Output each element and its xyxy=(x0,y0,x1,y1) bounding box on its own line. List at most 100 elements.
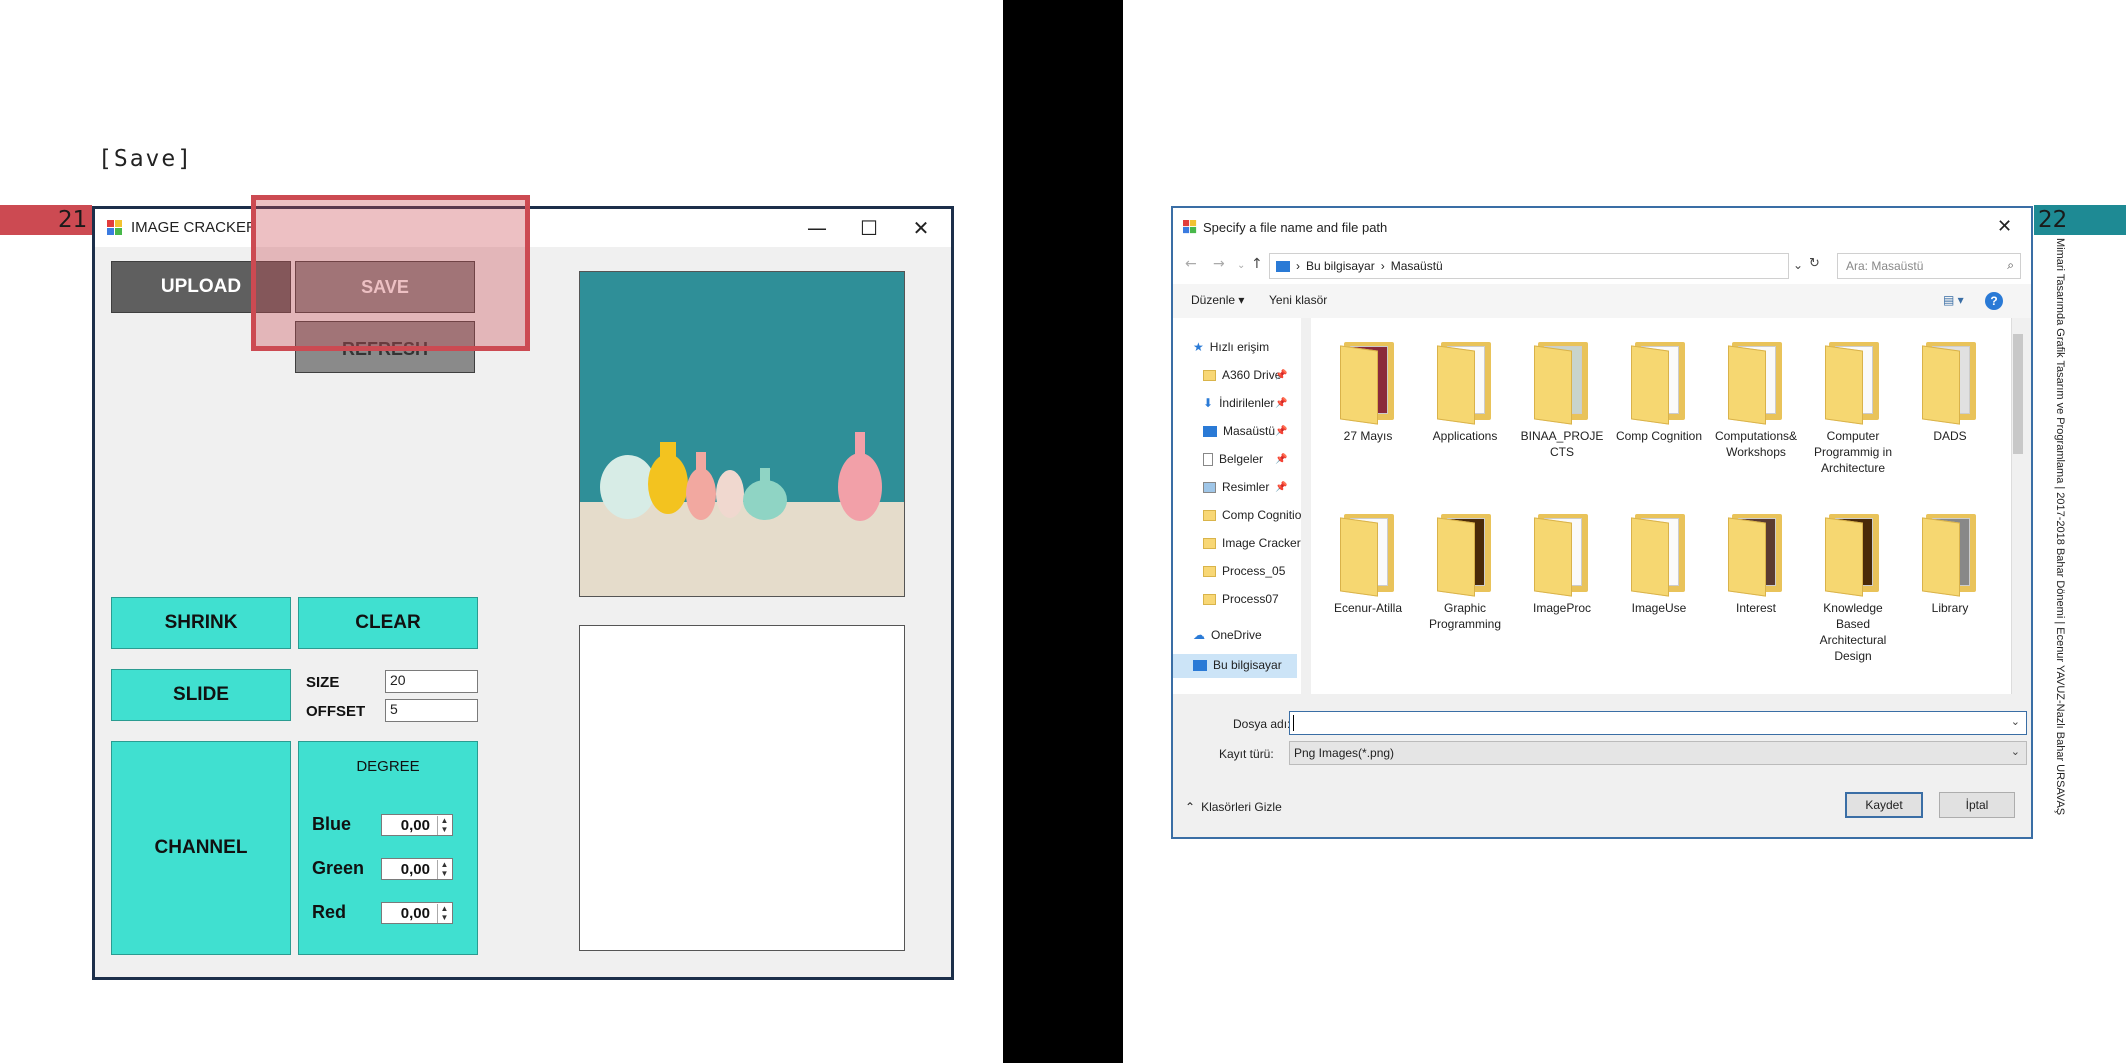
cancel-dialog-button[interactable]: İptal xyxy=(1939,792,2015,818)
file-type-select[interactable]: Png Images(*.png) ⌄ xyxy=(1289,741,2027,765)
file-grid: 27 Mayıs Applications BINAA_PROJECTS Com… xyxy=(1323,338,2013,688)
nav-image-cracker[interactable]: Image Cracker xyxy=(1203,536,1301,550)
breadcrumb-item[interactable]: Bu bilgisayar xyxy=(1306,259,1375,273)
refresh-icon[interactable]: ↻ xyxy=(1809,256,1820,271)
nav-process07[interactable]: Process07 xyxy=(1203,592,1279,606)
folder-icon xyxy=(1728,510,1784,597)
new-folder-button[interactable]: Yeni klasör xyxy=(1269,293,1327,307)
file-item[interactable]: Applications xyxy=(1420,338,1510,444)
chevron-down-icon[interactable]: ⌄ xyxy=(2011,715,2020,728)
blue-spinner[interactable]: 0,00 ▲ ▼ xyxy=(381,814,453,836)
file-name-input[interactable]: ⌄ xyxy=(1289,711,2027,735)
source-image xyxy=(579,271,905,597)
slide-button[interactable]: SLIDE xyxy=(111,669,291,721)
red-spinner[interactable]: 0,00 ▲ ▼ xyxy=(381,902,453,924)
nav-label: Process_05 xyxy=(1222,564,1286,578)
help-icon[interactable]: ? xyxy=(1985,292,2003,310)
spinner-arrows-icon[interactable]: ▲ ▼ xyxy=(437,816,451,835)
green-label: Green xyxy=(312,858,365,878)
folder-icon xyxy=(1340,510,1396,597)
file-item[interactable]: Comp Cognition xyxy=(1614,338,1704,444)
address-row: ← → ⌄ ↑ › Bu bilgisayar › Masaüstü ⌄ ↻ A… xyxy=(1173,248,2031,284)
close-button[interactable]: ✕ xyxy=(895,213,947,243)
file-name: Comp Cognition xyxy=(1615,429,1703,443)
nav-label: OneDrive xyxy=(1211,628,1262,642)
download-icon: ⬇ xyxy=(1203,396,1214,410)
degree-label: DEGREE xyxy=(356,758,420,775)
file-item[interactable]: 27 Mayıs xyxy=(1323,338,1413,444)
nav-desktop[interactable]: Masaüstü xyxy=(1203,424,1275,438)
nav-label: Belgeler xyxy=(1219,452,1264,466)
channel-button[interactable]: CHANNEL xyxy=(111,741,291,955)
spinner-arrows-icon[interactable]: ▲ ▼ xyxy=(437,860,451,879)
offset-input[interactable]: 5 xyxy=(385,699,478,722)
file-name: Knowledge Based Architectural Design xyxy=(1819,601,1887,663)
file-item[interactable]: Knowledge Based Architectural Design xyxy=(1808,510,1898,664)
up-arrow-icon[interactable]: ↑ xyxy=(1251,256,1263,272)
nav-this-pc[interactable]: Bu bilgisayar xyxy=(1193,658,1282,672)
nav-scrollbar[interactable] xyxy=(1301,318,1311,694)
file-name: Computer Programmig in Architecture xyxy=(1813,429,1893,475)
file-item[interactable]: Graphic Programming xyxy=(1420,510,1510,632)
spinner-arrows-icon[interactable]: ▲ ▼ xyxy=(437,904,451,923)
file-name: Graphic Programming xyxy=(1428,601,1502,631)
maximize-button[interactable]: ☐ xyxy=(843,213,895,243)
nav-a360-drive[interactable]: A360 Drive xyxy=(1203,368,1281,382)
navigation-pane: ★ Hızlı erişim A360 Drive 📌 ⬇ İndirilenler… xyxy=(1173,318,1308,694)
file-name-label: Dosya adı: xyxy=(1233,717,1291,731)
dialog-toolbar: Düzenle ▾ Yeni klasör ▤ ▾ ? xyxy=(1173,284,2031,318)
nav-label: Bu bilgisayar xyxy=(1213,658,1282,672)
computer-icon xyxy=(1276,260,1290,272)
file-item[interactable]: Interest xyxy=(1711,510,1801,616)
address-bar[interactable]: › Bu bilgisayar › Masaüstü xyxy=(1269,253,1789,279)
back-arrow-icon[interactable]: ← xyxy=(1185,256,1197,272)
file-item[interactable]: ImageProc xyxy=(1517,510,1607,616)
file-item[interactable]: Computer Programmig in Architecture xyxy=(1808,338,1898,476)
file-item[interactable]: Library xyxy=(1905,510,1995,616)
save-file-dialog: Specify a file name and file path ✕ ← → … xyxy=(1171,206,2033,839)
size-input[interactable]: 20 xyxy=(385,670,478,693)
nav-process-05[interactable]: Process_05 xyxy=(1203,564,1285,578)
nav-onedrive[interactable]: ☁ OneDrive xyxy=(1193,628,1262,642)
chevron-down-icon: ⌄ xyxy=(2010,746,2020,758)
computer-icon xyxy=(1193,659,1207,671)
nav-comp-cognition[interactable]: Comp Cognition xyxy=(1203,508,1308,522)
close-icon[interactable]: ✕ xyxy=(1997,216,2012,237)
file-item[interactable]: DADS xyxy=(1905,338,1995,444)
pin-icon: 📌 xyxy=(1275,454,1288,465)
hide-folders-toggle[interactable]: ⌃ Klasörleri Gizle xyxy=(1185,800,1282,814)
folder-icon xyxy=(1631,338,1687,425)
breadcrumb-item[interactable]: Masaüstü xyxy=(1391,259,1443,273)
nav-downloads[interactable]: ⬇ İndirilenler xyxy=(1203,396,1274,410)
recent-dropdown-icon[interactable]: ⌄ xyxy=(1237,260,1245,271)
files-scroll-thumb[interactable] xyxy=(2013,334,2023,454)
file-item[interactable]: Ecenur-Atilla xyxy=(1323,510,1413,616)
minimize-button[interactable]: — xyxy=(791,213,843,243)
nav-quick-access[interactable]: ★ Hızlı erişim xyxy=(1193,340,1269,354)
green-spinner[interactable]: 0,00 ▲ ▼ xyxy=(381,858,453,880)
file-name: Applications xyxy=(1432,429,1498,443)
view-options-icon[interactable]: ▤ ▾ xyxy=(1943,293,1964,307)
search-input[interactable]: Ara: Masaüstü ⌕ xyxy=(1837,253,2021,279)
app-icon xyxy=(107,220,122,235)
pin-icon: 📌 xyxy=(1275,426,1288,437)
file-item[interactable]: ImageUse xyxy=(1614,510,1704,616)
nav-label: Image Cracker xyxy=(1222,536,1301,550)
folder-icon xyxy=(1203,537,1216,549)
clear-button[interactable]: CLEAR xyxy=(298,597,478,649)
folder-icon xyxy=(1203,593,1216,605)
forward-arrow-icon[interactable]: → xyxy=(1213,256,1225,272)
nav-pictures[interactable]: Resimler xyxy=(1203,480,1269,494)
chevron-up-icon: ⌃ xyxy=(1185,800,1196,814)
save-dialog-button[interactable]: Kaydet xyxy=(1845,792,1923,818)
organize-menu[interactable]: Düzenle ▾ xyxy=(1191,293,1244,307)
nav-label: A360 Drive xyxy=(1222,368,1282,382)
shrink-button[interactable]: SHRINK xyxy=(111,597,291,649)
folder-icon xyxy=(1922,510,1978,597)
file-item[interactable]: Computations& Workshops xyxy=(1711,338,1801,460)
file-item[interactable]: BINAA_PROJECTS xyxy=(1517,338,1607,460)
folder-icon xyxy=(1437,338,1493,425)
folder-icon xyxy=(1922,338,1978,425)
nav-documents[interactable]: Belgeler xyxy=(1203,452,1263,466)
address-dropdown-icon[interactable]: ⌄ xyxy=(1793,258,1803,272)
